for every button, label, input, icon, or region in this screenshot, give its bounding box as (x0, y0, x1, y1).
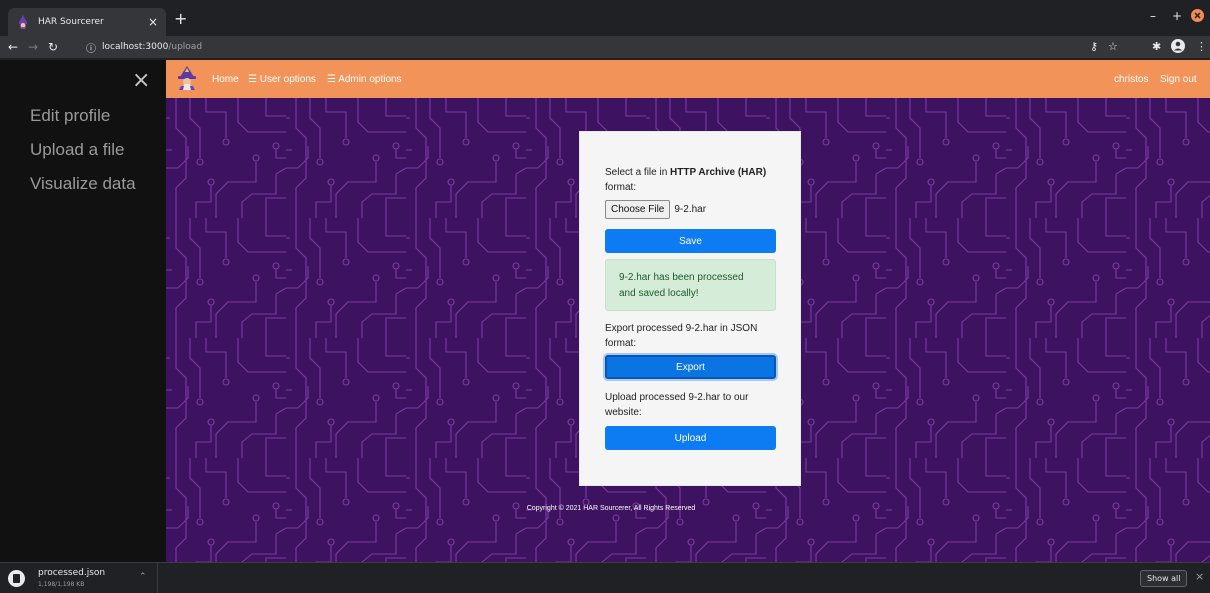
nav-home-link[interactable]: Home (212, 74, 239, 85)
profile-avatar-icon[interactable] (1171, 39, 1185, 53)
nav-username[interactable]: christos (1114, 74, 1148, 85)
puzzle-extensions-icon[interactable]: ✱ (1152, 40, 1161, 54)
download-file-name: processed.json (38, 568, 106, 578)
main-content: Home ☰ User options ☰ Admin options chri… (166, 60, 1210, 562)
upload-card: Select a file in HTTP Archive (HAR) form… (579, 131, 801, 486)
wizard-favicon-icon (16, 15, 30, 29)
forward-icon[interactable]: → (28, 39, 38, 55)
sidenav-item-edit-profile[interactable]: Edit profile (30, 106, 110, 126)
chevron-up-icon[interactable]: ⌃ (139, 572, 147, 582)
window-close-icon (1194, 12, 1201, 19)
top-navbar: Home ☰ User options ☰ Admin options chri… (166, 60, 1210, 98)
new-tab-button[interactable]: + (174, 11, 187, 27)
wizard-logo-icon[interactable] (176, 66, 198, 90)
url-path: /upload (168, 42, 203, 52)
url-field[interactable]: ⓘ localhost:3000 /upload (86, 38, 1086, 56)
nav-user-options-link[interactable]: ☰ User options (248, 74, 316, 85)
file-download-icon (8, 570, 25, 587)
select-suffix-text: format: (605, 182, 637, 193)
download-progress: 1,198/1,198 KB (38, 581, 85, 588)
window-close-button[interactable] (1191, 9, 1204, 22)
export-prompt: Export processed 9-2.har in JSON format: (605, 323, 758, 349)
upload-prompt: Upload processed 9-2.har to our website: (605, 392, 749, 418)
nav-sign-out-link[interactable]: Sign out (1160, 74, 1197, 85)
success-alert: 9-2.har has been processed and saved loc… (605, 259, 776, 311)
page-footer: Copyright © 2021 HAR Sourcerer, All Righ… (526, 505, 696, 512)
chosen-file-name: 9-2.har (674, 204, 707, 215)
bookmark-star-icon[interactable]: ☆ (1108, 40, 1118, 54)
menu-kebab-icon[interactable]: ⋮ (1196, 40, 1207, 54)
sidenav-item-upload-file[interactable]: Upload a file (30, 140, 125, 160)
reload-icon[interactable]: ↻ (48, 39, 58, 55)
minimize-button[interactable]: – (1150, 9, 1156, 23)
har-format-bold-text: HTTP Archive (HAR) (670, 167, 767, 178)
download-item[interactable]: processed.json 1,198/1,198 KB ⌃ (0, 563, 158, 593)
sidenav-item-visualize-data[interactable]: Visualize data (30, 174, 136, 194)
site-info-icon[interactable]: ⓘ (86, 40, 96, 55)
back-icon[interactable]: ← (8, 39, 18, 55)
tab-title: HAR Sourcerer (38, 17, 104, 27)
maximize-button[interactable]: + (1172, 9, 1182, 23)
sidenav-close-icon[interactable]: × (132, 70, 150, 92)
web-page: × Edit profile Upload a file Visualize d… (0, 60, 1210, 562)
key-icon[interactable]: ⚷ (1090, 40, 1098, 54)
browser-tab-bar: HAR Sourcerer × + – + (0, 0, 1210, 36)
tab-close-icon[interactable]: × (148, 15, 158, 29)
sidenav: × Edit profile Upload a file Visualize d… (0, 60, 166, 562)
show-all-button[interactable]: Show all (1140, 570, 1188, 587)
download-shelf: processed.json 1,198/1,198 KB ⌃ Show all… (0, 562, 1210, 593)
export-button[interactable]: Export (605, 355, 776, 379)
file-input[interactable]: Choose File 9-2.har (605, 200, 706, 219)
select-file-prompt: Select a file in HTTP Archive (HAR) form… (605, 165, 785, 195)
browser-tab[interactable]: HAR Sourcerer × (8, 8, 166, 36)
choose-file-button[interactable]: Choose File (605, 200, 671, 219)
save-button[interactable]: Save (605, 229, 776, 253)
url-host: localhost:3000 (102, 42, 169, 52)
select-prefix-text: Select a file in (605, 167, 671, 178)
nav-admin-options-link[interactable]: ☰ Admin options (327, 74, 402, 85)
shelf-close-icon[interactable]: × (1195, 570, 1204, 583)
address-bar: ← → ↻ ⓘ localhost:3000 /upload ⚷ ☆ ✱ ⋮ (0, 36, 1210, 88)
upload-button[interactable]: Upload (605, 426, 776, 450)
